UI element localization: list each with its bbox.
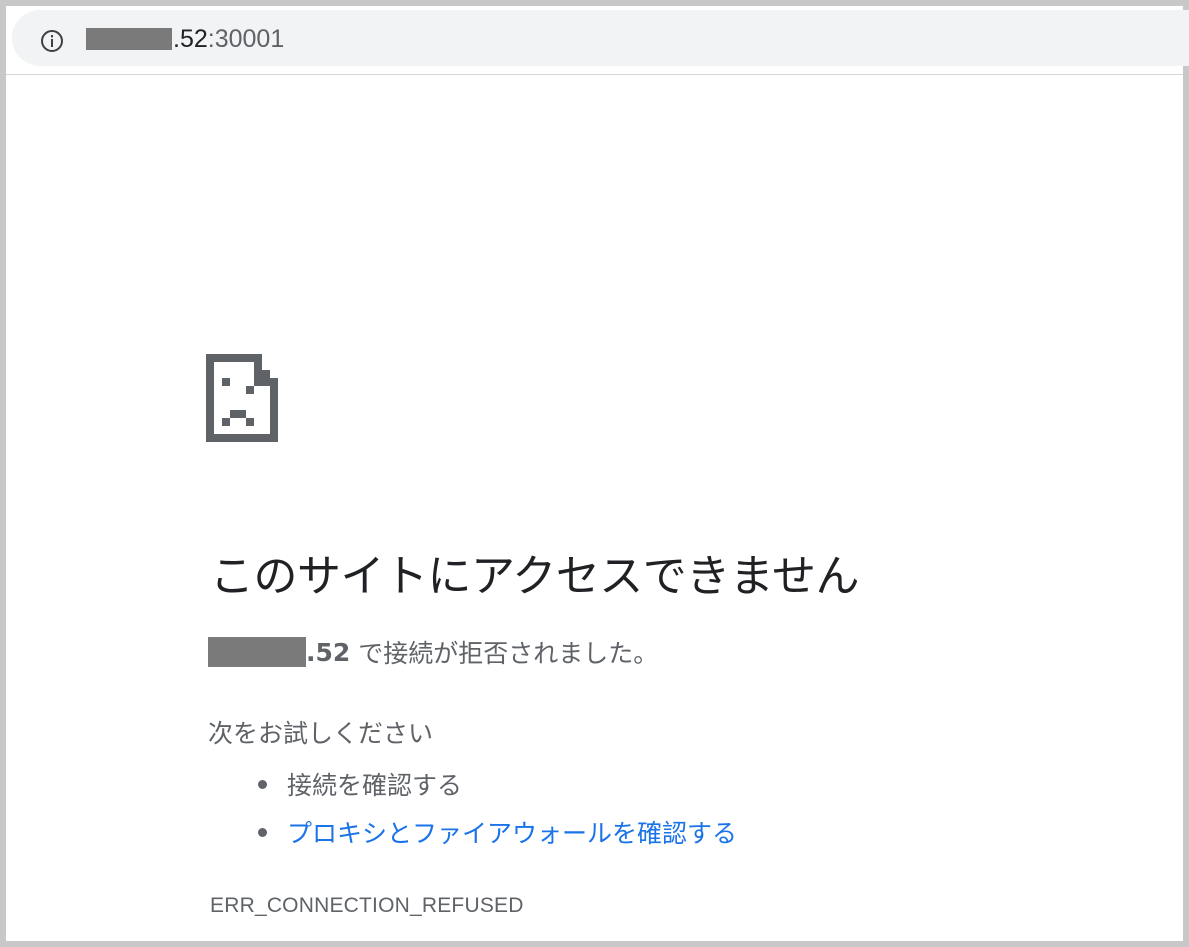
- error-detail: .52 で接続が拒否されました。: [208, 634, 658, 670]
- sad-page-icon: [206, 354, 278, 442]
- suggestions-heading: 次をお試しください: [208, 719, 434, 748]
- bullet-icon: [258, 779, 267, 789]
- suggestion-check-connection: 接続を確認する: [287, 771, 463, 800]
- toolbar: .52 :30001: [6, 6, 1189, 75]
- browser-window: .52 :30001 このサイトにアクセスできません .52 で接続が拒否されま…: [0, 0, 1189, 947]
- address-bar[interactable]: .52 :30001: [12, 10, 1189, 66]
- check-proxy-firewall-link[interactable]: プロキシとファイアウォールを確認する: [287, 814, 737, 850]
- url-port: :30001: [207, 24, 285, 53]
- bullet-icon: [258, 827, 267, 837]
- list-item: プロキシとファイアウォールを確認する: [258, 808, 737, 856]
- host-suffix: .52: [306, 637, 351, 667]
- info-icon[interactable]: [40, 29, 64, 53]
- list-item: 接続を確認する: [258, 760, 737, 808]
- error-title: このサイトにアクセスできません: [210, 551, 859, 602]
- detail-message: で接続が拒否されました。: [358, 639, 659, 668]
- redacted-host: [208, 637, 306, 667]
- error-code: ERR_CONNECTION_REFUSED: [210, 894, 524, 917]
- url-text[interactable]: .52 :30001: [86, 24, 284, 54]
- url-host-suffix: .52: [173, 24, 208, 53]
- suggestions-list: 接続を確認する プロキシとファイアウォールを確認する: [258, 760, 737, 856]
- redacted-host: [86, 28, 172, 50]
